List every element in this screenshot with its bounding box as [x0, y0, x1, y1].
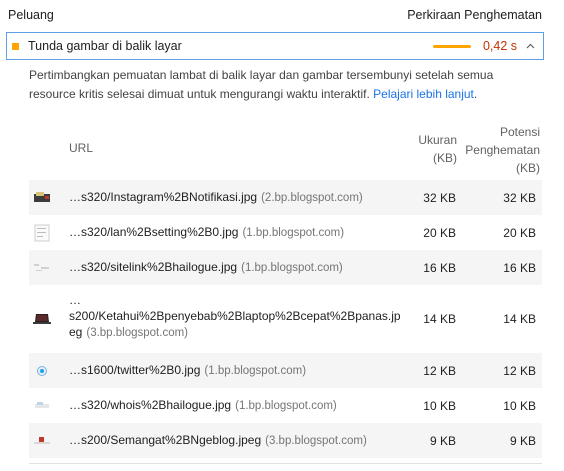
row-url-path: …s1600/twitter%2B0.jpg: [69, 363, 201, 377]
laptop-thumbnail-icon: [33, 311, 51, 327]
row-url-host: (1.bp.blogspot.com): [204, 365, 307, 377]
audit-status-indicator: [12, 42, 19, 50]
row-saving: 14 KB: [503, 312, 536, 326]
whois-thumbnail-icon: [33, 398, 51, 414]
column-header-potential-savings: Potensi Penghematan (KB): [450, 123, 540, 177]
row-url[interactable]: …s320/lan%2Bsetting%2B0.jpg (1.bp.blogspo…: [69, 224, 402, 241]
row-url[interactable]: …s200/Semangat%2BNgeblog.jpeg (3.bp.blogs…: [69, 432, 402, 449]
opportunity-header: Peluang Perkiraan Penghematan: [8, 7, 542, 23]
table-row: …s320/whois%2Bhailogue.jpg (1.bp.blogspot…: [29, 388, 542, 423]
header-label-opportunity: Peluang: [8, 8, 54, 22]
header-label-estimated-savings: Perkiraan Penghematan: [407, 8, 542, 22]
column-header-size: Ukuran (KB): [397, 131, 457, 167]
column-header-saving-line3: (KB): [516, 161, 540, 175]
table-row: …s200/Semangat%2BNgeblog.jpeg (3.bp.blogs…: [29, 423, 542, 458]
row-url-host: (1.bp.blogspot.com): [242, 227, 345, 239]
table-row: …s320/lan%2Bsetting%2B0.jpg (1.bp.blogspo…: [29, 215, 542, 250]
row-size: 9 KB: [429, 433, 456, 448]
row-saving: 10 KB: [503, 398, 536, 413]
sitelink-thumbnail-icon: [33, 260, 51, 276]
table-row: …s320/Instagram%2BNotifikasi.jpg (2.bp.bl…: [29, 180, 542, 215]
row-url-host: (3.bp.blogspot.com): [265, 435, 367, 447]
row-url[interactable]: …s320/sitelink%2Bhailogue.jpg (1.bp.blogs…: [69, 259, 402, 276]
row-url-host: (2.bp.blogspot.com): [261, 192, 363, 204]
column-header-size-line1: Ukuran: [418, 133, 457, 147]
column-header-url: URL: [69, 141, 94, 155]
row-size: 32 KB: [423, 190, 456, 205]
row-saving: 16 KB: [503, 260, 536, 275]
row-size: 10 KB: [423, 398, 456, 413]
table-header: URL Ukuran (KB) Potensi Penghematan (KB): [29, 118, 542, 180]
learn-more-link[interactable]: Pelajari lebih lanjut: [373, 87, 474, 101]
row-saving: 9 KB: [509, 433, 536, 448]
lan-setting-thumbnail-icon: [33, 224, 51, 241]
row-url-path-line2: s200/Ketahui%2Bpenyebab%2Blaptop%2Bcepat…: [69, 309, 401, 323]
row-url-host: (1.bp.blogspot.com): [235, 400, 337, 412]
chevron-up-icon[interactable]: [525, 41, 535, 51]
row-url[interactable]: …s1600/twitter%2B0.jpg (1.bp.blogspot.com…: [69, 362, 402, 379]
instagram-thumbnail-icon: [33, 190, 51, 206]
row-url-path: …s320/sitelink%2Bhailogue.jpg: [69, 260, 238, 274]
row-url-path-line3: eg: [69, 325, 83, 339]
row-url-host: (1.bp.blogspot.com): [241, 262, 343, 274]
row-saving: 12 KB: [503, 363, 536, 378]
row-url-host: (3.bp.blogspot.com): [86, 327, 188, 339]
row-saving: 20 KB: [503, 225, 536, 240]
audit-description-suffix: .: [473, 87, 478, 101]
row-url-path: …s320/lan%2Bsetting%2B0.jpg: [69, 225, 239, 239]
audit-title: Tunda gambar di balik layar: [28, 39, 182, 53]
row-url[interactable]: … s200/Ketahui%2Bpenyebab%2Blaptop%2Bcep…: [69, 292, 412, 341]
audit-savings-bar: [432, 44, 471, 48]
audit-savings-value: 0,42 s: [482, 39, 517, 53]
row-size: 20 KB: [423, 225, 456, 240]
column-header-size-line2: (KB): [433, 151, 457, 165]
row-size: 14 KB: [423, 312, 456, 326]
twitter-thumbnail-icon: [33, 363, 51, 379]
row-url-path: …s200/Semangat%2BNgeblog.jpeg: [69, 433, 262, 447]
semangat-thumbnail-icon: [33, 433, 51, 449]
column-header-saving-line2: Penghematan: [465, 143, 540, 157]
table-divider: [29, 463, 542, 464]
row-url[interactable]: …s320/Instagram%2BNotifikasi.jpg (2.bp.bl…: [69, 189, 402, 206]
row-url[interactable]: …s320/whois%2Bhailogue.jpg (1.bp.blogspot…: [69, 397, 402, 414]
audit-offscreen-images[interactable]: Tunda gambar di balik layar 0,42 s: [6, 32, 544, 60]
row-saving: 32 KB: [503, 190, 536, 205]
row-url-path-line1: …: [69, 293, 81, 307]
table-row: … s200/Ketahui%2Bpenyebab%2Blaptop%2Bcep…: [29, 285, 542, 353]
row-url-path: …s320/Instagram%2BNotifikasi.jpg: [69, 190, 258, 204]
audit-description: Pertimbangkan pemuatan lambat di balik l…: [29, 66, 529, 104]
column-header-saving-line1: Potensi: [499, 125, 540, 139]
table-row: …s1600/twitter%2B0.jpg (1.bp.blogspot.com…: [29, 353, 542, 388]
row-size: 12 KB: [423, 363, 456, 378]
details-table: URL Ukuran (KB) Potensi Penghematan (KB)…: [29, 118, 542, 458]
row-size: 16 KB: [423, 260, 456, 275]
table-row: …s320/sitelink%2Bhailogue.jpg (1.bp.blogs…: [29, 250, 542, 285]
row-url-path: …s320/whois%2Bhailogue.jpg: [69, 398, 232, 412]
